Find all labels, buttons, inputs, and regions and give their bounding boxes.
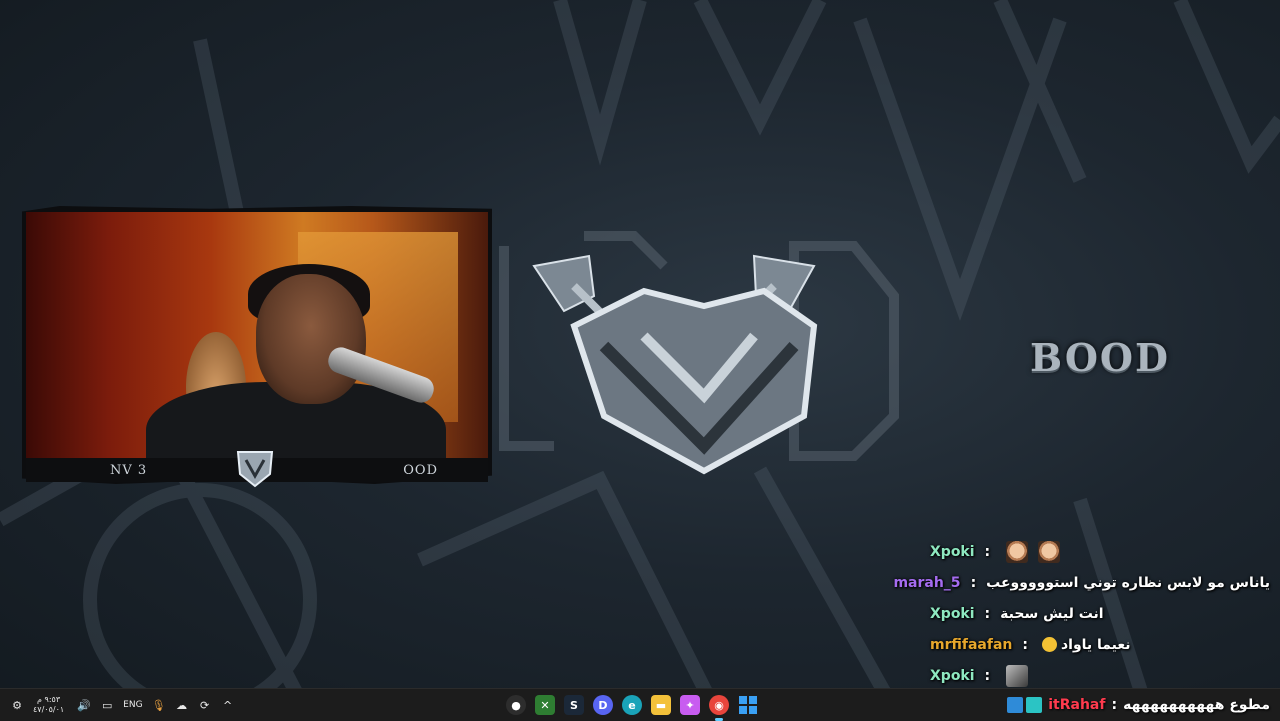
chat-separator: : (984, 543, 991, 560)
chevron-up-icon[interactable]: ^ (221, 698, 235, 712)
chat-separator: : (1111, 697, 1118, 713)
chat-message-content: Xpoki: انت ليش سحبة (930, 606, 1104, 622)
settings-gear-icon[interactable]: ⚙ (10, 698, 24, 712)
chat-message-content: mrfifaafan: نعيما ياواد (930, 637, 1131, 653)
chat-message: Xpoki: انت ليش سحبة (930, 598, 1270, 629)
volume-icon[interactable]: 🔊 (77, 698, 91, 712)
webcam-bar-left-text: NV 3 (110, 462, 148, 478)
clock-time: ٩:٥٣ م (37, 695, 61, 704)
webcam-bar-right-text: OOD (403, 462, 438, 478)
chat-message: Xpoki: (930, 536, 1270, 567)
brand-emblem-icon (499, 231, 899, 475)
chat-separator: : (984, 667, 991, 684)
chat-message-content: Xpoki: (930, 540, 1061, 563)
chat-message: Xpoki: (930, 660, 1270, 691)
webcam-emblem-icon (236, 451, 274, 488)
clock-date: ٤٧/٠٥/٠١ (33, 705, 65, 714)
xbox-icon[interactable]: ✕ (535, 695, 555, 715)
chat-message: marah_5: ياناس مو لابس نظاره توني استوووو… (893, 567, 1270, 598)
chat-username: mrfifaafan (930, 636, 1013, 653)
chat-username: marah_5 (893, 574, 961, 591)
face-emote-icon (1038, 540, 1061, 563)
obs-icon[interactable]: ● (506, 695, 526, 715)
face-emote-icon (1006, 540, 1029, 563)
webcam-person-head (256, 274, 366, 404)
chat-text: ياناس مو لابس نظاره توني استوووووعب (986, 574, 1270, 591)
sync-icon[interactable]: ⟳ (198, 698, 212, 712)
file-explorer-icon[interactable]: ▬ (651, 695, 671, 715)
chat-text: نعيما ياواد (1060, 636, 1131, 653)
badge-icon (1026, 697, 1043, 713)
webcam-video (26, 212, 488, 462)
chat-separator: : (970, 574, 977, 591)
chat-text: انت ليش سحبة (1000, 605, 1104, 622)
copilot-icon[interactable]: ✦ (680, 695, 700, 715)
edge-icon[interactable]: e (622, 695, 642, 715)
clock[interactable]: ٩:٥٣ م ٤٧/٠٥/٠١ (33, 695, 64, 715)
network-icon[interactable]: ▭ (100, 698, 114, 712)
chat-separator: : (1022, 636, 1028, 653)
chat-message-content: Xpoki: (930, 664, 1029, 687)
onedrive-cloud-icon[interactable]: ☁ (175, 698, 189, 712)
chat-last-message: itRahaf : مطوع ههههههههههه (930, 689, 1270, 721)
chat-text: مطوع ههههههههههه (1123, 697, 1270, 713)
language-indicator[interactable]: ENG (123, 700, 142, 710)
discord-icon[interactable]: D (593, 695, 613, 715)
chat-message: mrfifaafan: نعيما ياواد (930, 629, 1270, 660)
chat-username: Xpoki (930, 543, 975, 560)
start-icon[interactable] (738, 695, 758, 715)
chat-username: Xpoki (930, 605, 975, 622)
chat-message-content: marah_5: ياناس مو لابس نظاره توني استوووو… (893, 575, 1270, 591)
chat-username: itRahaf (1048, 697, 1106, 713)
chat-overlay: Xpoki: marah_5: ياناس مو لابس نظاره توني ا… (893, 536, 1270, 691)
steam-icon[interactable]: S (564, 695, 584, 715)
taskbar-apps: ● ✕ S De ▬ ✦ ◉ (506, 689, 758, 721)
image-emote-icon (1006, 664, 1029, 687)
chat-separator: : (984, 605, 991, 622)
chat-username: Xpoki (930, 667, 975, 684)
windows-taskbar: ⚙ ٩:٥٣ م ٤٧/٠٥/٠١ 🔊 ▭ ENG 🎙 ☁ ⟳ ^ ● ✕ S De ▬… (0, 688, 1280, 721)
microphone-icon[interactable]: 🎙 (152, 698, 166, 712)
system-tray: ⚙ ٩:٥٣ م ٤٧/٠٥/٠١ 🔊 ▭ ENG 🎙 ☁ ⟳ ^ (0, 689, 235, 721)
brand-title: BOOD (1030, 335, 1170, 380)
chrome-icon[interactable]: ◉ (709, 695, 729, 721)
badge-icon (1007, 697, 1024, 713)
chat-badges (1007, 697, 1043, 713)
smile-emoji-icon (1041, 637, 1057, 652)
